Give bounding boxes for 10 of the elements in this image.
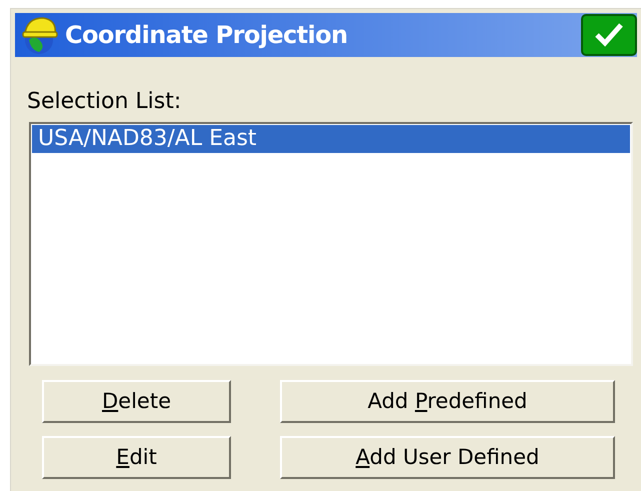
dialog-button[interactable]: Add Predefined bbox=[280, 380, 615, 423]
list-label: Selection List: bbox=[27, 89, 182, 114]
list-item[interactable]: USA/NAD83/AL East bbox=[32, 125, 630, 153]
ok-button[interactable] bbox=[581, 14, 637, 56]
dialog-button[interactable]: Edit bbox=[42, 436, 231, 479]
window-title: Coordinate Projection bbox=[65, 20, 348, 51]
dialog-button[interactable]: Add User Defined bbox=[280, 436, 615, 479]
checkmark-icon bbox=[594, 22, 624, 48]
selection-list[interactable]: USA/NAD83/AL East bbox=[29, 122, 633, 366]
dialog-button[interactable]: Delete bbox=[42, 380, 231, 423]
